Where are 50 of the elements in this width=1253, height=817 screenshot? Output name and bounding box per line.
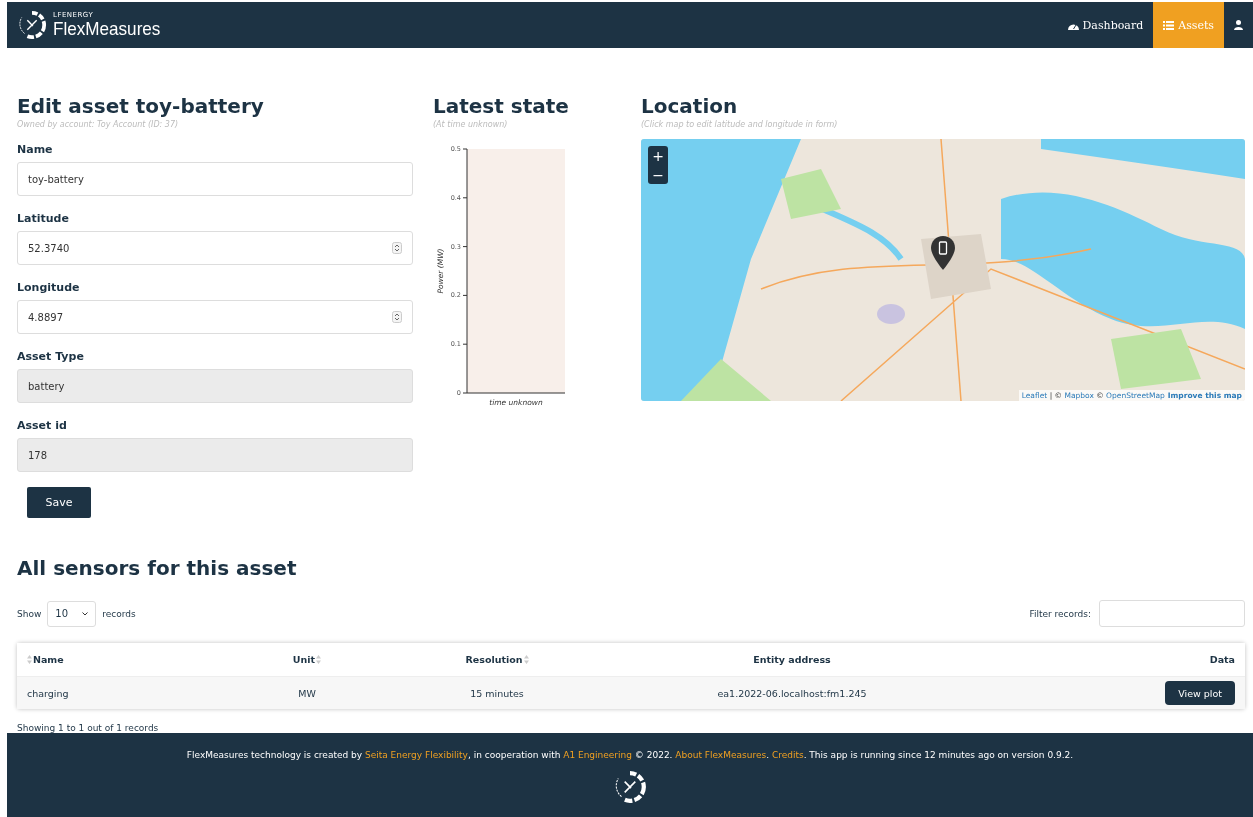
footer-text: FlexMeasures technology is created by Seita Energy Flexibility, in cooperation with A1 Engineering © 2022. About FlexMeasures. Credits. This app is running since 12 minutes ago on version 0.9.2. — [186, 750, 1074, 760]
page-size-select[interactable]: 10 — [47, 600, 97, 627]
zoom-out-button[interactable]: − — [648, 165, 668, 184]
nav-item[interactable]: Dashboard — [1057, 2, 1154, 48]
list-icon — [1163, 20, 1175, 30]
logo-icon — [17, 10, 47, 40]
records-label: records — [102, 608, 136, 619]
table-cell-text: ea1.2022-06.localhost:fm1.245 — [716, 687, 868, 699]
table-cell-text: charging — [27, 687, 70, 699]
save-button[interactable]: Save — [27, 487, 91, 518]
view-plot-button[interactable]: View plot — [1165, 681, 1235, 705]
column-header[interactable]: Resolution — [465, 654, 523, 665]
filter-field[interactable] — [1099, 600, 1245, 627]
spinner-icon[interactable] — [392, 242, 402, 254]
section-title: Latest state — [433, 93, 570, 120]
table-cell-text: 15 minutes — [469, 687, 525, 699]
page-subtitle: Owned by account: Toy Account (ID: 37) — [17, 120, 180, 129]
table-cell-text: MW — [297, 687, 317, 699]
section-subtitle: (At time unknown) — [433, 120, 509, 129]
column-header: Data — [1209, 654, 1235, 665]
chevron-icon — [82, 611, 89, 616]
input-field[interactable]: 4.8897 — [17, 300, 413, 334]
table-info: Showing 1 to 1 out of 1 records — [17, 723, 160, 733]
footer-link[interactable]: A1 Engineering — [563, 750, 632, 760]
field-label: Name — [17, 143, 54, 156]
filter-label: Filter records: — [1029, 608, 1091, 619]
column-header[interactable]: Name — [33, 654, 64, 665]
zoom-in-button[interactable]: + — [648, 146, 668, 165]
field-label: Asset id — [17, 419, 68, 432]
page-title: Edit asset toy-battery — [17, 93, 265, 120]
field-label: Longitude — [17, 281, 81, 294]
brand-name[interactable]: FlexMeasures — [53, 19, 161, 38]
logo-icon — [613, 770, 647, 804]
field-label: Asset Type — [17, 350, 85, 363]
sort-icon — [523, 655, 529, 664]
input-field[interactable]: toy-battery — [17, 162, 413, 196]
section-title: All sensors for this asset — [17, 555, 298, 582]
column-header: Entity address — [753, 654, 831, 665]
spinner-icon[interactable] — [392, 311, 402, 323]
user-icon — [1234, 20, 1243, 30]
sort-icon — [316, 655, 322, 664]
input-field[interactable]: 52.3740 — [17, 231, 413, 265]
map-marker-icon[interactable] — [931, 236, 955, 270]
footer-link[interactable]: Seita Energy Flexibility — [364, 750, 468, 760]
show-label: Show — [17, 608, 42, 619]
sort-icon — [27, 655, 32, 664]
section-title: Location — [641, 93, 739, 120]
field-label: Latitude — [17, 212, 70, 225]
footer-link[interactable]: Credits — [771, 750, 804, 760]
column-header[interactable]: Unit — [292, 654, 316, 665]
